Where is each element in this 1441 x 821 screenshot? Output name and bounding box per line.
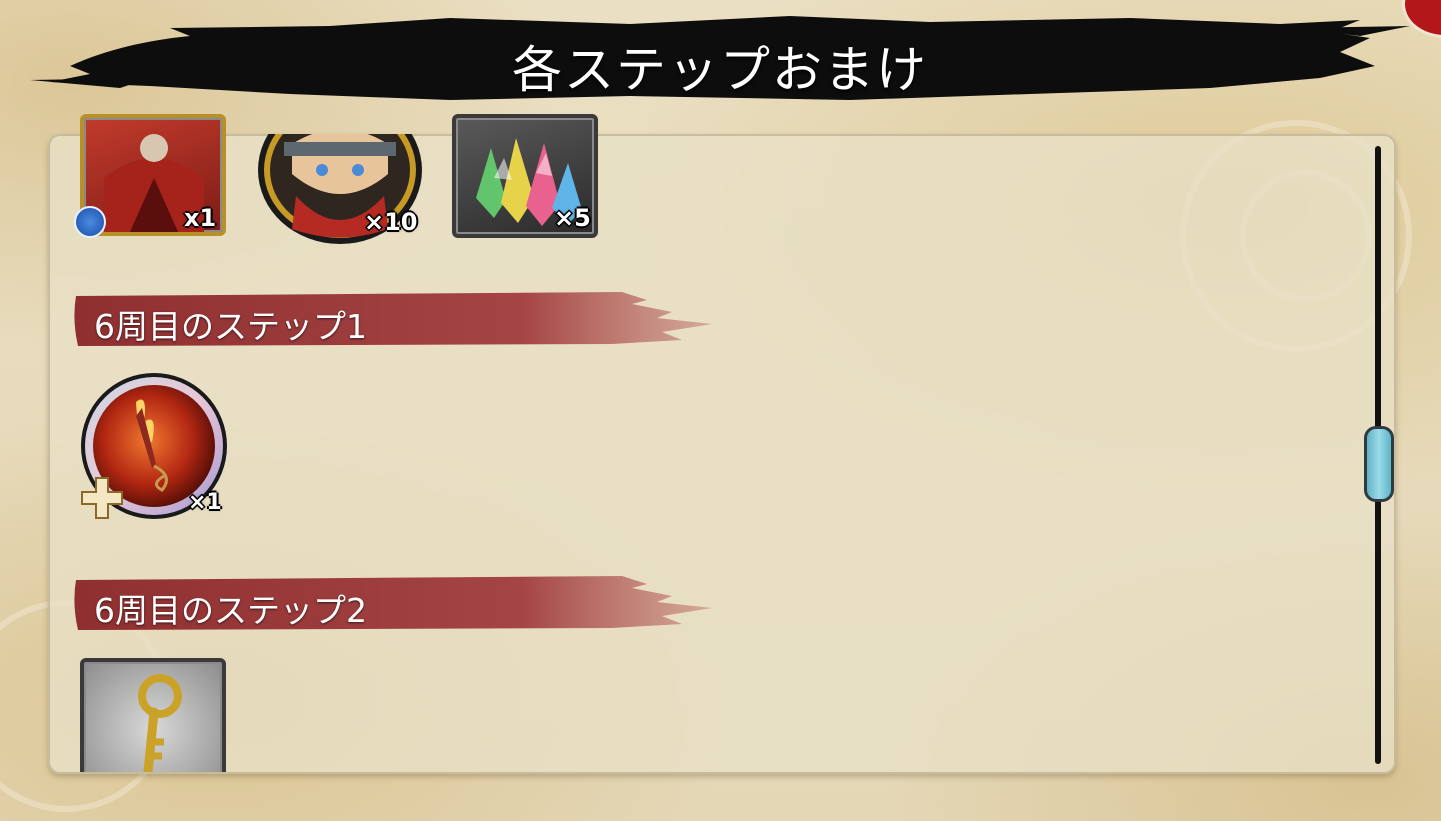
page-title: 各ステップおまけ <box>512 41 928 99</box>
reward-item[interactable]: ×10 <box>256 96 424 246</box>
section-label: 6周目のステップ1 <box>94 307 367 346</box>
title-banner: 各ステップおまけ <box>30 8 1410 108</box>
reward-quantity: ×1 <box>188 490 222 515</box>
reward-quantity: x1 <box>184 204 217 232</box>
reward-item[interactable]: ×1 <box>78 372 234 522</box>
plus-icon <box>80 476 124 520</box>
section-header-step2: 6周目のステップ2 <box>72 574 732 632</box>
section-header-step1: 6周目のステップ1 <box>72 290 732 348</box>
reward-item[interactable]: ×5 <box>452 114 598 238</box>
section-label: 6周目のステップ2 <box>94 591 367 630</box>
ninja-type-badge-icon <box>74 206 106 238</box>
scrollbar-thumb[interactable] <box>1364 426 1394 502</box>
reward-item[interactable] <box>80 658 226 772</box>
reward-quantity: ×10 <box>364 208 418 236</box>
reward-quantity: ×5 <box>554 204 591 232</box>
reward-item[interactable]: x1 <box>74 114 226 238</box>
rewards-scroll-panel[interactable] <box>48 134 1396 774</box>
golden-key-icon <box>80 658 226 772</box>
